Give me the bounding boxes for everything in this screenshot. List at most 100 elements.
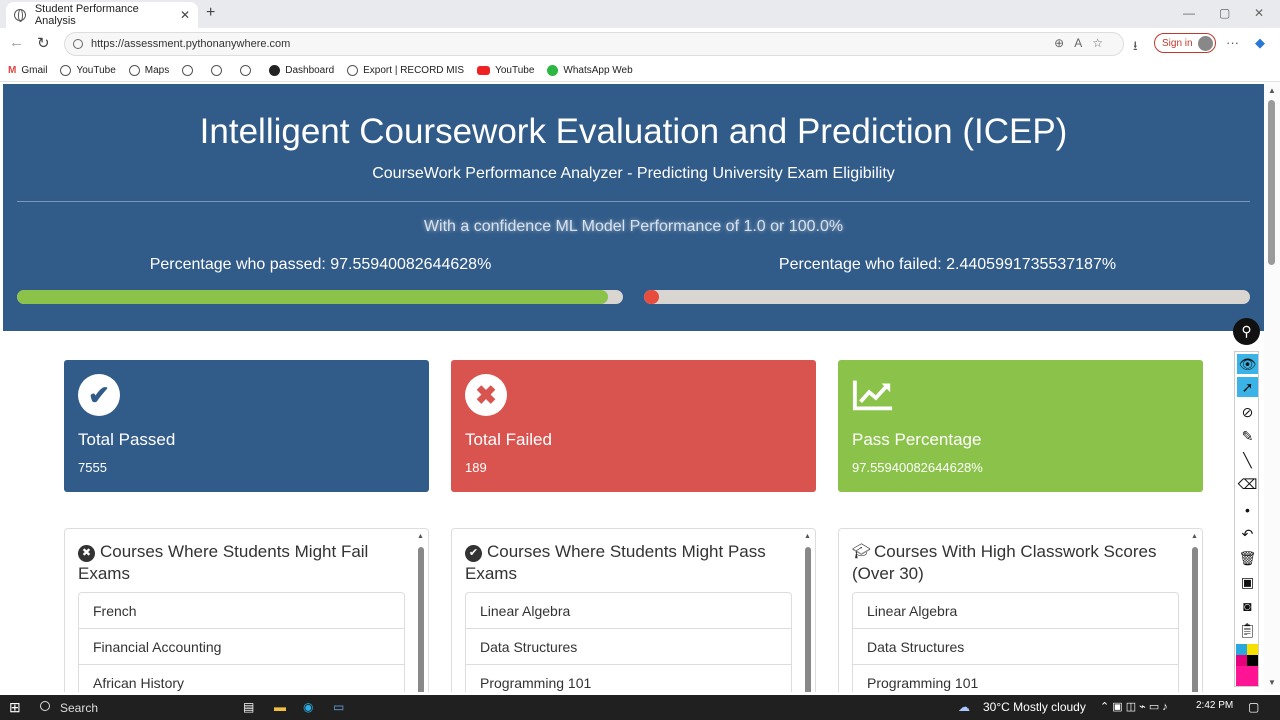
card-value: 97.55940082644628% [852,460,983,475]
task-view-icon[interactable]: ▤ [243,700,254,714]
restore-icon[interactable]: ▢ [1219,6,1230,20]
dot-icon[interactable]: • [1237,500,1258,520]
color-swatch-black[interactable] [1247,655,1258,666]
panel-title: ✖ Courses Where Students Might Fail Exams [78,541,398,585]
scroll-up-icon[interactable]: ▲ [1191,533,1198,540]
windows-start-icon[interactable]: ⊞ [9,699,21,716]
passed-progress-bar [17,290,623,304]
bookmark-whatsapp[interactable]: WhatsApp Web [547,65,633,76]
panel-scrollbar[interactable]: ▲ [417,533,424,692]
search-label: Search [60,700,99,715]
undo-icon[interactable]: ↶ [1237,524,1258,544]
list-item: Data Structures [465,628,792,664]
camera-icon[interactable]: ◙ [1237,596,1258,616]
address-bar-action-icons[interactable]: ⊕A☆ [1054,36,1113,50]
search-icon [40,701,50,711]
globe-icon [60,65,72,76]
browser-tab[interactable]: Student Performance Analysis ✕ [6,2,198,28]
file-explorer-icon[interactable]: ▬ [274,700,286,714]
more-menu-icon[interactable]: ··· [1226,35,1239,50]
scroll-up-icon[interactable]: ▲ [1268,86,1276,95]
taskbar-search[interactable]: Search [30,695,230,720]
scroll-up-icon[interactable]: ▲ [804,533,811,540]
globe-icon [128,65,140,76]
weather-text[interactable]: 30°C Mostly cloudy [983,700,1086,714]
panel-title: 🎓︎ Courses With High Classwork Scores (Ov… [852,541,1172,585]
failed-progress-bar [644,290,1250,304]
failed-percentage-text: Percentage who failed: 2.440599173553718… [778,256,1117,273]
tab-title: Student Performance Analysis [34,3,139,27]
scroll-up-icon[interactable]: ▲ [417,533,424,540]
trash-icon[interactable]: 🗑︎ [1237,548,1258,568]
current-color-swatch[interactable] [1236,666,1258,686]
url-field[interactable]: https://assessment.pythonanywhere.com ⊕A… [64,32,1124,56]
might-pass-panel: ✔ Courses Where Students Might Pass Exams… [451,528,816,692]
bookmark-export[interactable]: Export | RECORD MIS [347,65,464,76]
passed-percentage-text: Percentage who passed: 97.55940082644628… [149,256,492,273]
bookmark-globe-3[interactable] [240,65,256,76]
bookmark-globe-1[interactable] [182,65,198,76]
cursor-icon[interactable]: ➚ [1237,377,1258,397]
high-classwork-panel: 🎓︎ Courses With High Classwork Scores (Ov… [838,528,1203,692]
minimize-icon[interactable]: — [1183,6,1195,20]
might-fail-panel: ✖ Courses Where Students Might Fail Exams… [64,528,429,692]
panel-title-text: Courses Where Students Might Fail Exams [78,542,369,583]
list-item: Programming 101 [465,664,792,692]
scroll-thumb[interactable] [1268,100,1275,265]
system-tray-icons[interactable]: ⌃ ▣ ◫ ⌁ ▭ ♪ [1100,700,1168,713]
line-icon[interactable]: ╲ [1237,450,1258,470]
divider [17,201,1250,202]
pen-off-icon[interactable]: ⊘ [1237,402,1258,422]
taskbar: ⊞ Search ▤ ▬ ◉ ▭ ☁ 30°C Mostly cloudy ⌃ … [0,695,1280,720]
clock[interactable]: 2:42 PM [1196,700,1233,711]
pin-icon[interactable]: ⚲ [1233,318,1260,345]
annotation-toolbar: ⚲ 👁︎ ➚ ⊘ ✎ ╲ ⌫ • ↶ 🗑︎ ▣ ◙ 📋︎ [1233,318,1260,690]
panel-scrollbar[interactable]: ▲ [804,533,811,692]
color-swatch-cyan[interactable] [1236,644,1247,655]
bookmark-youtube[interactable]: YouTube [60,65,116,76]
bookmark-globe-2[interactable] [211,65,227,76]
sign-in-button[interactable]: Sign in [1154,33,1216,53]
back-icon[interactable]: ← [9,34,24,51]
bookmark-label: Dashboard [285,65,335,76]
globe-icon [182,65,194,76]
scroll-down-icon[interactable]: ▼ [1268,678,1276,687]
dashboard-icon [269,65,281,76]
downloads-icon[interactable]: ⭳ [1133,37,1138,59]
course-list: Linear Algebra Data Structures Programmi… [465,592,792,692]
refresh-icon[interactable]: ↻ [37,34,50,52]
bookmark-dashboard[interactable]: Dashboard [269,65,334,76]
highlighter-icon[interactable]: ✎ [1237,426,1258,446]
whiteboard-icon[interactable]: ▣ [1237,572,1258,592]
clipboard-icon[interactable]: 📋︎ [1237,620,1258,640]
scroll-thumb[interactable] [805,547,811,692]
eye-icon[interactable]: 👁︎ [1237,354,1258,374]
globe-icon [240,65,252,76]
new-tab-button[interactable]: + [206,4,215,22]
chart-icon [852,374,894,416]
page-scrollbar[interactable]: ▲ ▼ [1264,82,1280,692]
times-circle-icon: ✖ [78,545,95,562]
bookmark-label: YouTube [76,65,116,76]
panel-scrollbar[interactable]: ▲ [1191,533,1198,692]
copilot-icon[interactable]: ◆ [1255,35,1265,51]
bookmark-maps[interactable]: Maps [128,65,169,76]
notifications-icon[interactable]: ▢ [1248,700,1259,714]
globe-icon [347,65,359,76]
card-label: Pass Percentage [852,430,982,449]
color-swatch-magenta[interactable] [1236,655,1247,666]
edge-icon[interactable]: ◉ [303,700,313,714]
annotation-tools: 👁︎ ➚ ⊘ ✎ ╲ ⌫ • ↶ 🗑︎ ▣ ◙ 📋︎ [1234,351,1259,687]
color-swatch-yellow[interactable] [1247,644,1258,655]
scroll-thumb[interactable] [1192,547,1198,692]
window-close-icon[interactable]: ✕ [1254,6,1264,20]
eraser-icon[interactable]: ⌫ [1237,474,1258,494]
scroll-thumb[interactable] [418,547,424,692]
app-icon[interactable]: ▭ [333,700,344,714]
bookmark-gmail[interactable]: M Gmail [8,65,47,76]
browser-tab-strip: Student Performance Analysis ✕ + — ▢ ✕ [0,0,1280,28]
bookmark-label: YouTube [495,65,535,76]
site-info-icon[interactable] [73,39,83,49]
close-tab-icon[interactable]: ✕ [180,8,190,22]
bookmark-youtube-2[interactable]: YouTube [477,65,534,76]
